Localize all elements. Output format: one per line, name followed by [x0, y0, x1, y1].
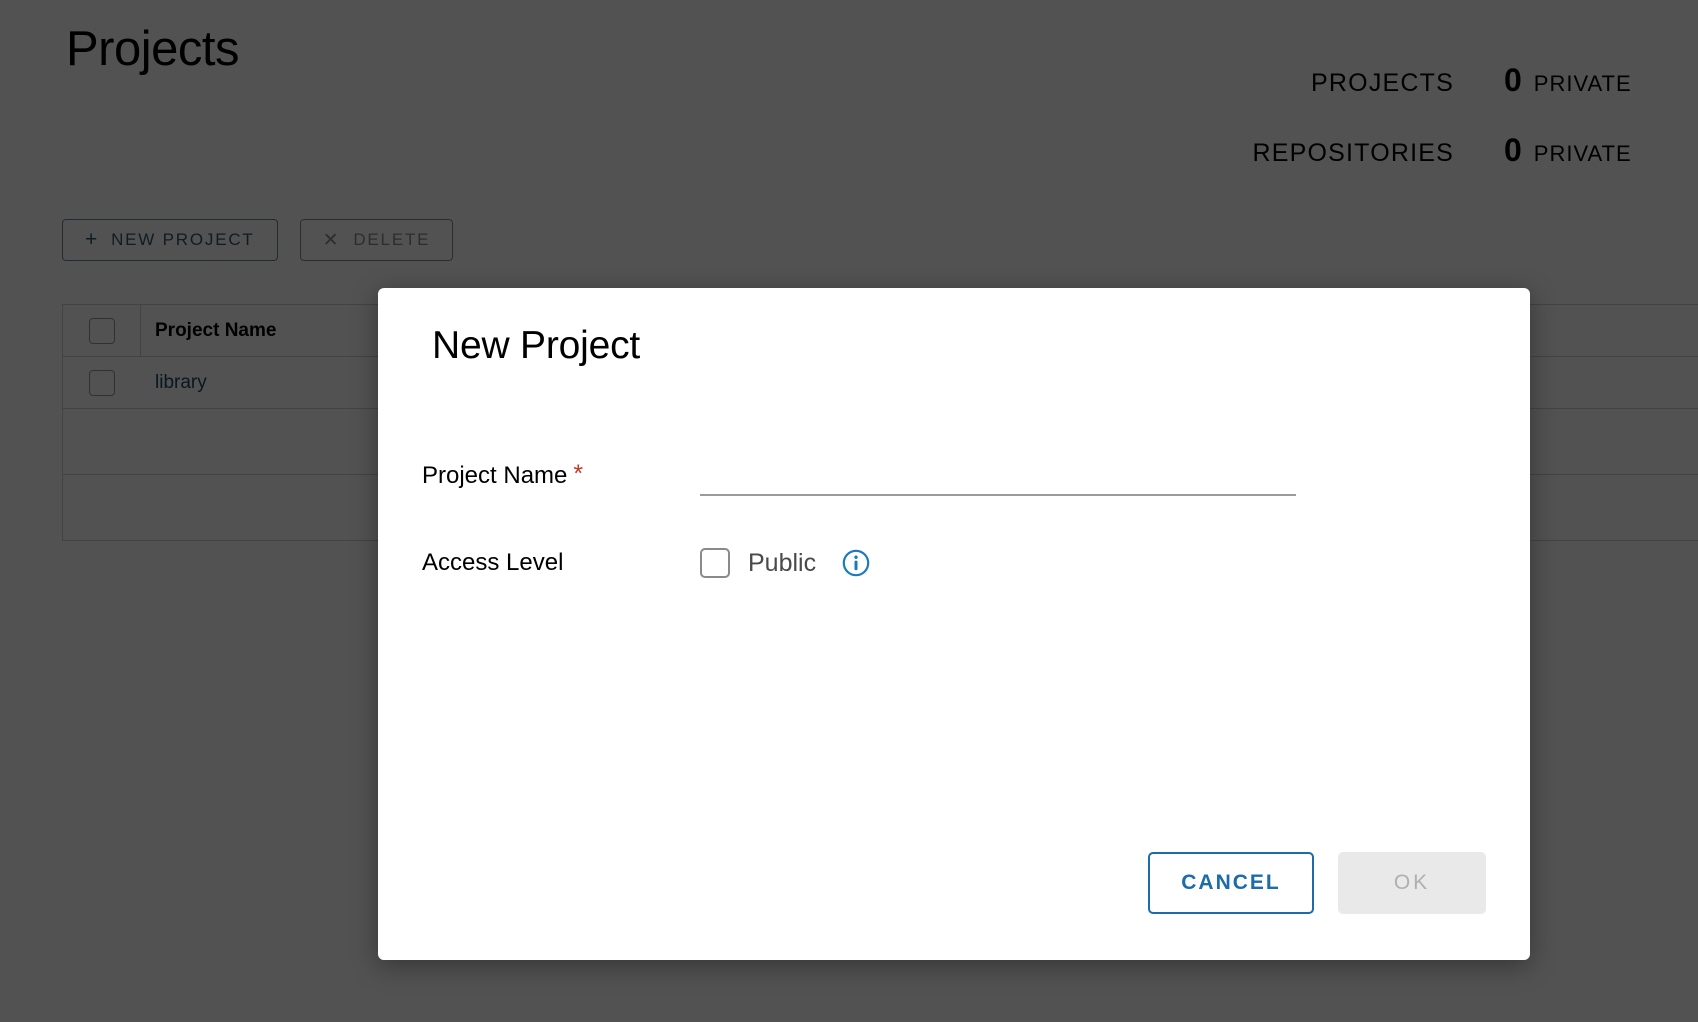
project-name-input[interactable]	[700, 456, 1296, 496]
cancel-button[interactable]: CANCEL	[1148, 852, 1314, 914]
ok-button[interactable]: OK	[1338, 852, 1486, 914]
new-project-form: Project Name* Access Level Public	[422, 456, 1482, 630]
app-root: Projects PROJECTS 0 PRIVATE REPOSITORIES…	[0, 0, 1698, 1022]
required-asterisk: *	[573, 460, 583, 488]
dialog-title: New Project	[432, 324, 640, 368]
project-name-label-text: Project Name	[422, 462, 567, 489]
public-checkbox[interactable]	[700, 548, 730, 578]
form-row-access-level: Access Level Public	[422, 548, 1482, 578]
info-circle-icon[interactable]	[842, 549, 870, 577]
form-row-project-name: Project Name*	[422, 456, 1482, 496]
new-project-dialog: New Project Project Name* Access Level P…	[378, 288, 1530, 960]
access-level-label: Access Level	[422, 549, 700, 577]
public-checkbox-label: Public	[748, 549, 816, 578]
access-level-control: Public	[700, 548, 870, 578]
project-name-label: Project Name*	[422, 462, 700, 490]
dialog-footer: CANCEL OK	[1148, 852, 1486, 914]
